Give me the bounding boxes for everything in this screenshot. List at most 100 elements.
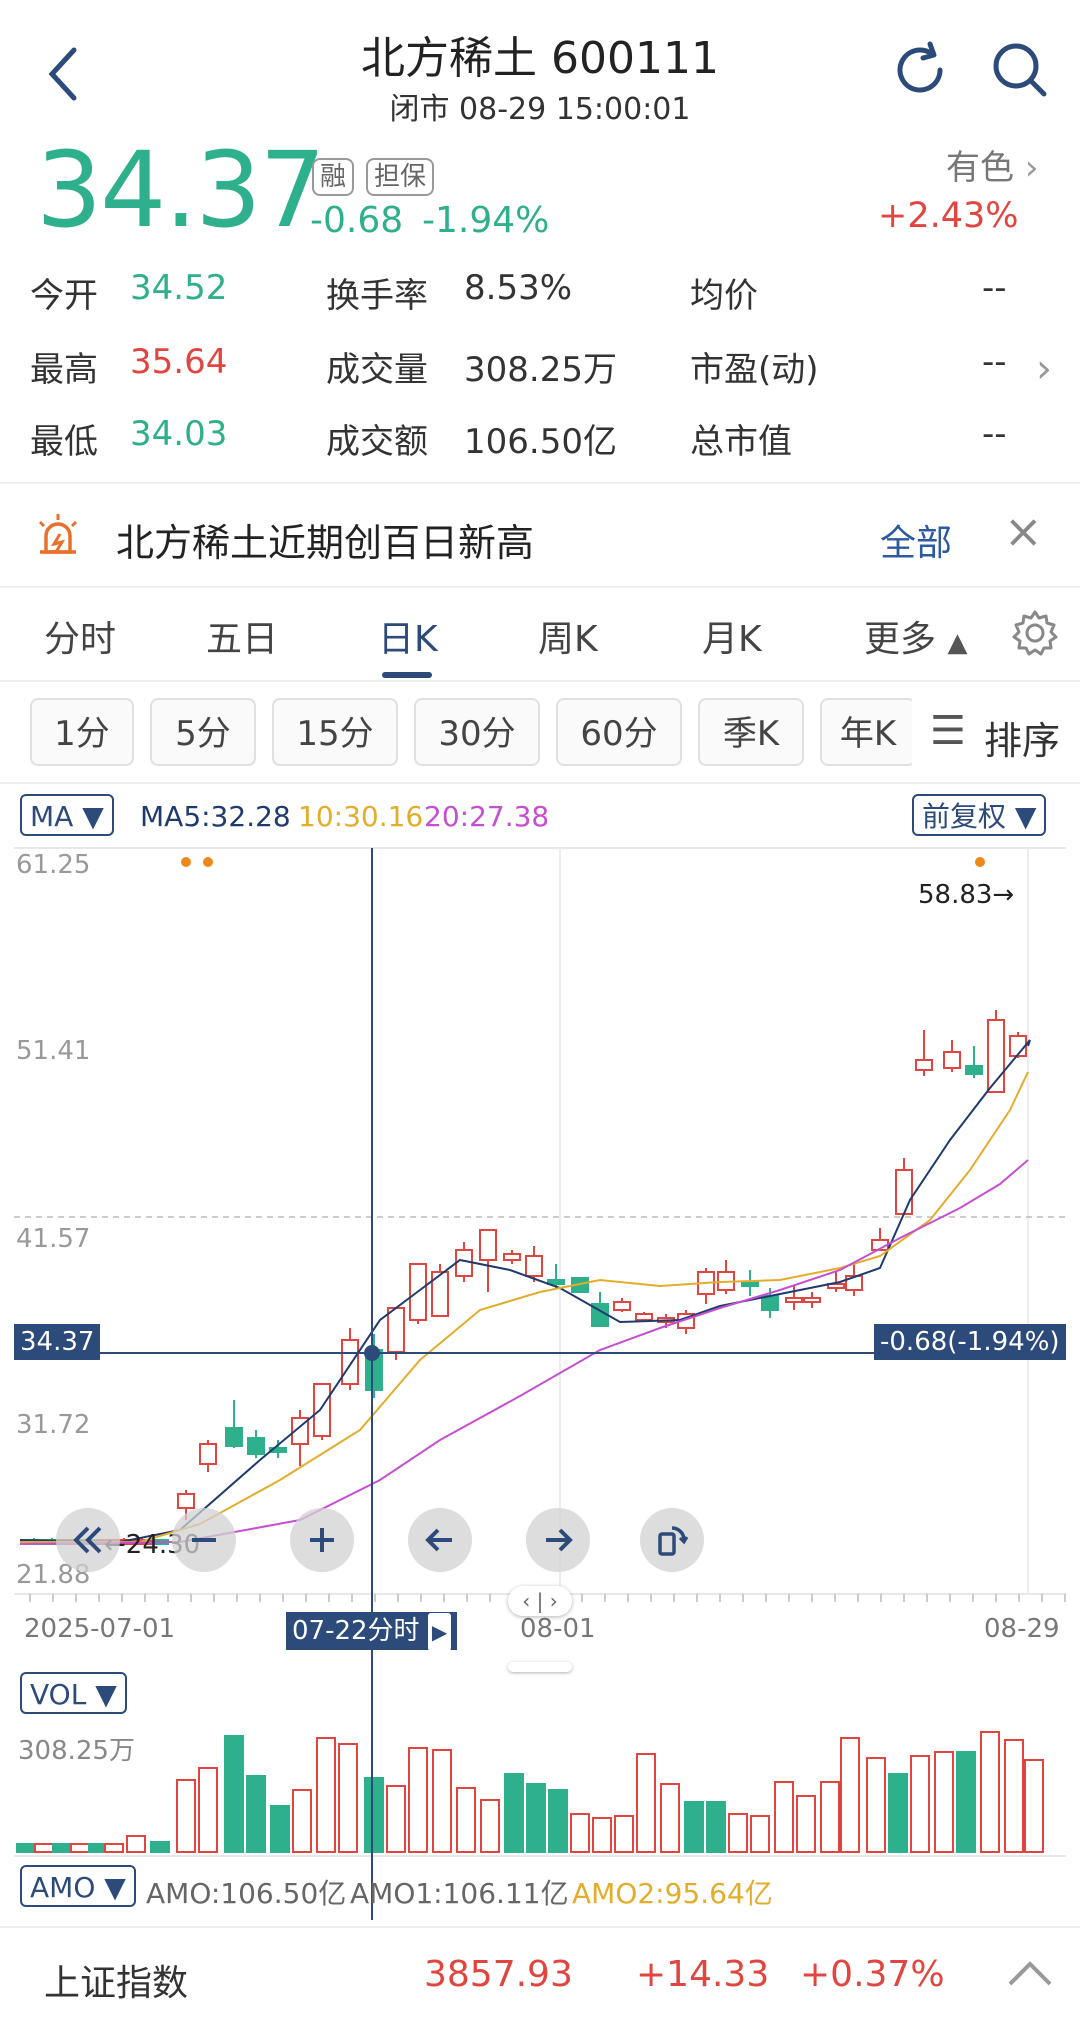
tab-five-day[interactable]: 五日 xyxy=(206,610,278,662)
amount-value: 106.50亿 xyxy=(464,422,617,462)
period-quarter-k[interactable]: 季K xyxy=(698,698,804,766)
scroll-right-button[interactable] xyxy=(526,1508,590,1572)
amo-selector[interactable]: AMO ▼ xyxy=(20,1865,136,1907)
tab-more[interactable]: 更多 ▲ xyxy=(864,610,967,662)
scroll-left-button[interactable] xyxy=(408,1508,472,1572)
refresh-icon xyxy=(897,41,943,93)
volume-bar xyxy=(1024,1759,1044,1853)
event-dot xyxy=(203,857,213,867)
y-axis-label: 61.25 xyxy=(16,850,91,880)
period-year-k[interactable]: 年K xyxy=(820,698,916,766)
minus-icon xyxy=(192,1538,216,1542)
arrow-right-icon xyxy=(546,1528,573,1552)
volume-bar xyxy=(52,1843,72,1853)
triangle-down-icon: ▼ xyxy=(95,1678,117,1711)
jump-to-start-button[interactable] xyxy=(56,1508,120,1572)
period-5min[interactable]: 5分 xyxy=(150,698,256,766)
candlestick-chart[interactable] xyxy=(0,840,1080,1930)
tab-weekly-k[interactable]: 周K xyxy=(538,610,598,662)
volume-bar xyxy=(70,1843,90,1853)
change-tag: -0.68(-1.94%) xyxy=(874,1324,1066,1360)
volume-bar xyxy=(980,1731,1000,1853)
candle-body xyxy=(943,1051,961,1069)
x-axis-mid: 08-01 xyxy=(520,1614,596,1644)
rotate-screen-button[interactable] xyxy=(640,1508,704,1572)
candle-body xyxy=(199,1443,217,1465)
candle-body xyxy=(247,1437,265,1455)
cursor-date-button[interactable]: 07-22分时 ▶ xyxy=(286,1612,458,1651)
candle-body xyxy=(225,1427,243,1447)
period-60min[interactable]: 60分 xyxy=(556,698,682,766)
volume-bar xyxy=(636,1753,656,1853)
tab-monthly-k[interactable]: 月K xyxy=(702,610,762,662)
tab-daily-k[interactable]: 日K xyxy=(378,610,438,662)
divider xyxy=(0,586,1080,588)
volume-bar xyxy=(150,1841,170,1853)
ma10-line xyxy=(20,1071,1029,1543)
candle-body xyxy=(455,1249,473,1277)
high-value: 35.64 xyxy=(130,342,228,382)
close-icon[interactable]: × xyxy=(1004,504,1043,558)
period-15min[interactable]: 15分 xyxy=(272,698,398,766)
zoom-in-button[interactable] xyxy=(290,1508,354,1572)
period-30min[interactable]: 30分 xyxy=(414,698,540,766)
alert-bar[interactable]: 北方稀土近期创百日新高 全部 × xyxy=(0,484,1080,588)
alert-all-link[interactable]: 全部 xyxy=(880,514,952,566)
current-price: 34.37 xyxy=(36,129,326,251)
candle-body xyxy=(341,1339,359,1385)
amo1-value: AMO1:106.11亿 xyxy=(350,1877,569,1910)
volume-bar xyxy=(480,1799,500,1853)
volume-bar xyxy=(316,1737,336,1853)
stats-expand-icon[interactable]: › xyxy=(1036,346,1052,392)
zoom-out-button[interactable] xyxy=(172,1508,236,1572)
ma-selector[interactable]: MA ▼ xyxy=(20,794,114,836)
chart-resize-handle[interactable] xyxy=(508,1662,572,1672)
volume-bar xyxy=(866,1757,886,1853)
chart-drag-handle[interactable]: ‹ | › xyxy=(508,1586,572,1616)
volume-bar xyxy=(246,1775,266,1853)
triangle-down-icon: ▼ xyxy=(82,800,104,833)
refresh-button[interactable] xyxy=(890,40,950,100)
pe-label: 市盈(动) xyxy=(690,350,819,390)
volume-bar xyxy=(364,1777,384,1853)
volume-bar xyxy=(104,1843,124,1853)
ma5-line xyxy=(19,1039,1031,1544)
volume-bar xyxy=(684,1801,704,1853)
triangle-down-icon: ▼ xyxy=(1014,800,1037,833)
index-ticker-bar[interactable]: 上证指数 3857.93 +14.33 +0.37% xyxy=(0,1926,1080,2023)
low-label: 最低 xyxy=(30,422,98,462)
triangle-down-icon: ▼ xyxy=(104,1871,126,1904)
amo-value: AMO:106.50亿 xyxy=(146,1877,347,1910)
collateral-tag: 担保 xyxy=(366,158,435,196)
volume-bar xyxy=(956,1751,976,1853)
ma-selector-label: MA xyxy=(30,800,74,833)
chevron-up-icon xyxy=(1008,1961,1052,1986)
volume-bar xyxy=(270,1805,290,1853)
sort-button[interactable]: ☰ 排序 xyxy=(912,698,1080,766)
vol-selector[interactable]: VOL ▼ xyxy=(20,1672,127,1714)
candle-body xyxy=(503,1253,521,1261)
index-value: 3857.93 xyxy=(424,1954,573,1995)
volume-bar xyxy=(840,1737,860,1853)
volume-bar xyxy=(16,1843,36,1853)
volume-bar xyxy=(338,1743,358,1853)
low-value: 34.03 xyxy=(130,414,228,454)
search-button[interactable] xyxy=(990,40,1050,100)
settings-gear-icon[interactable] xyxy=(1010,608,1060,658)
volume-bar xyxy=(34,1843,54,1853)
volume-bar xyxy=(1004,1739,1024,1853)
period-1min[interactable]: 1分 xyxy=(30,698,134,766)
y-axis-label: 41.57 xyxy=(16,1224,91,1254)
x-axis-start: 2025-07-01 xyxy=(24,1614,176,1644)
volume-bar xyxy=(126,1835,146,1853)
candle-body xyxy=(785,1297,803,1303)
volume-max-label: 308.25万 xyxy=(18,1736,135,1766)
double-chevron-left-icon xyxy=(73,1526,102,1554)
amo2-value: AMO2:95.64亿 xyxy=(572,1877,773,1910)
adjust-selector[interactable]: 前复权 ▼ xyxy=(912,794,1047,836)
open-label: 今开 xyxy=(30,276,98,316)
avg-value: -- xyxy=(982,268,1007,308)
sector-link[interactable]: 有色 › xyxy=(946,140,1038,189)
tab-intraday[interactable]: 分时 xyxy=(44,610,116,662)
volume-bar xyxy=(934,1751,954,1853)
